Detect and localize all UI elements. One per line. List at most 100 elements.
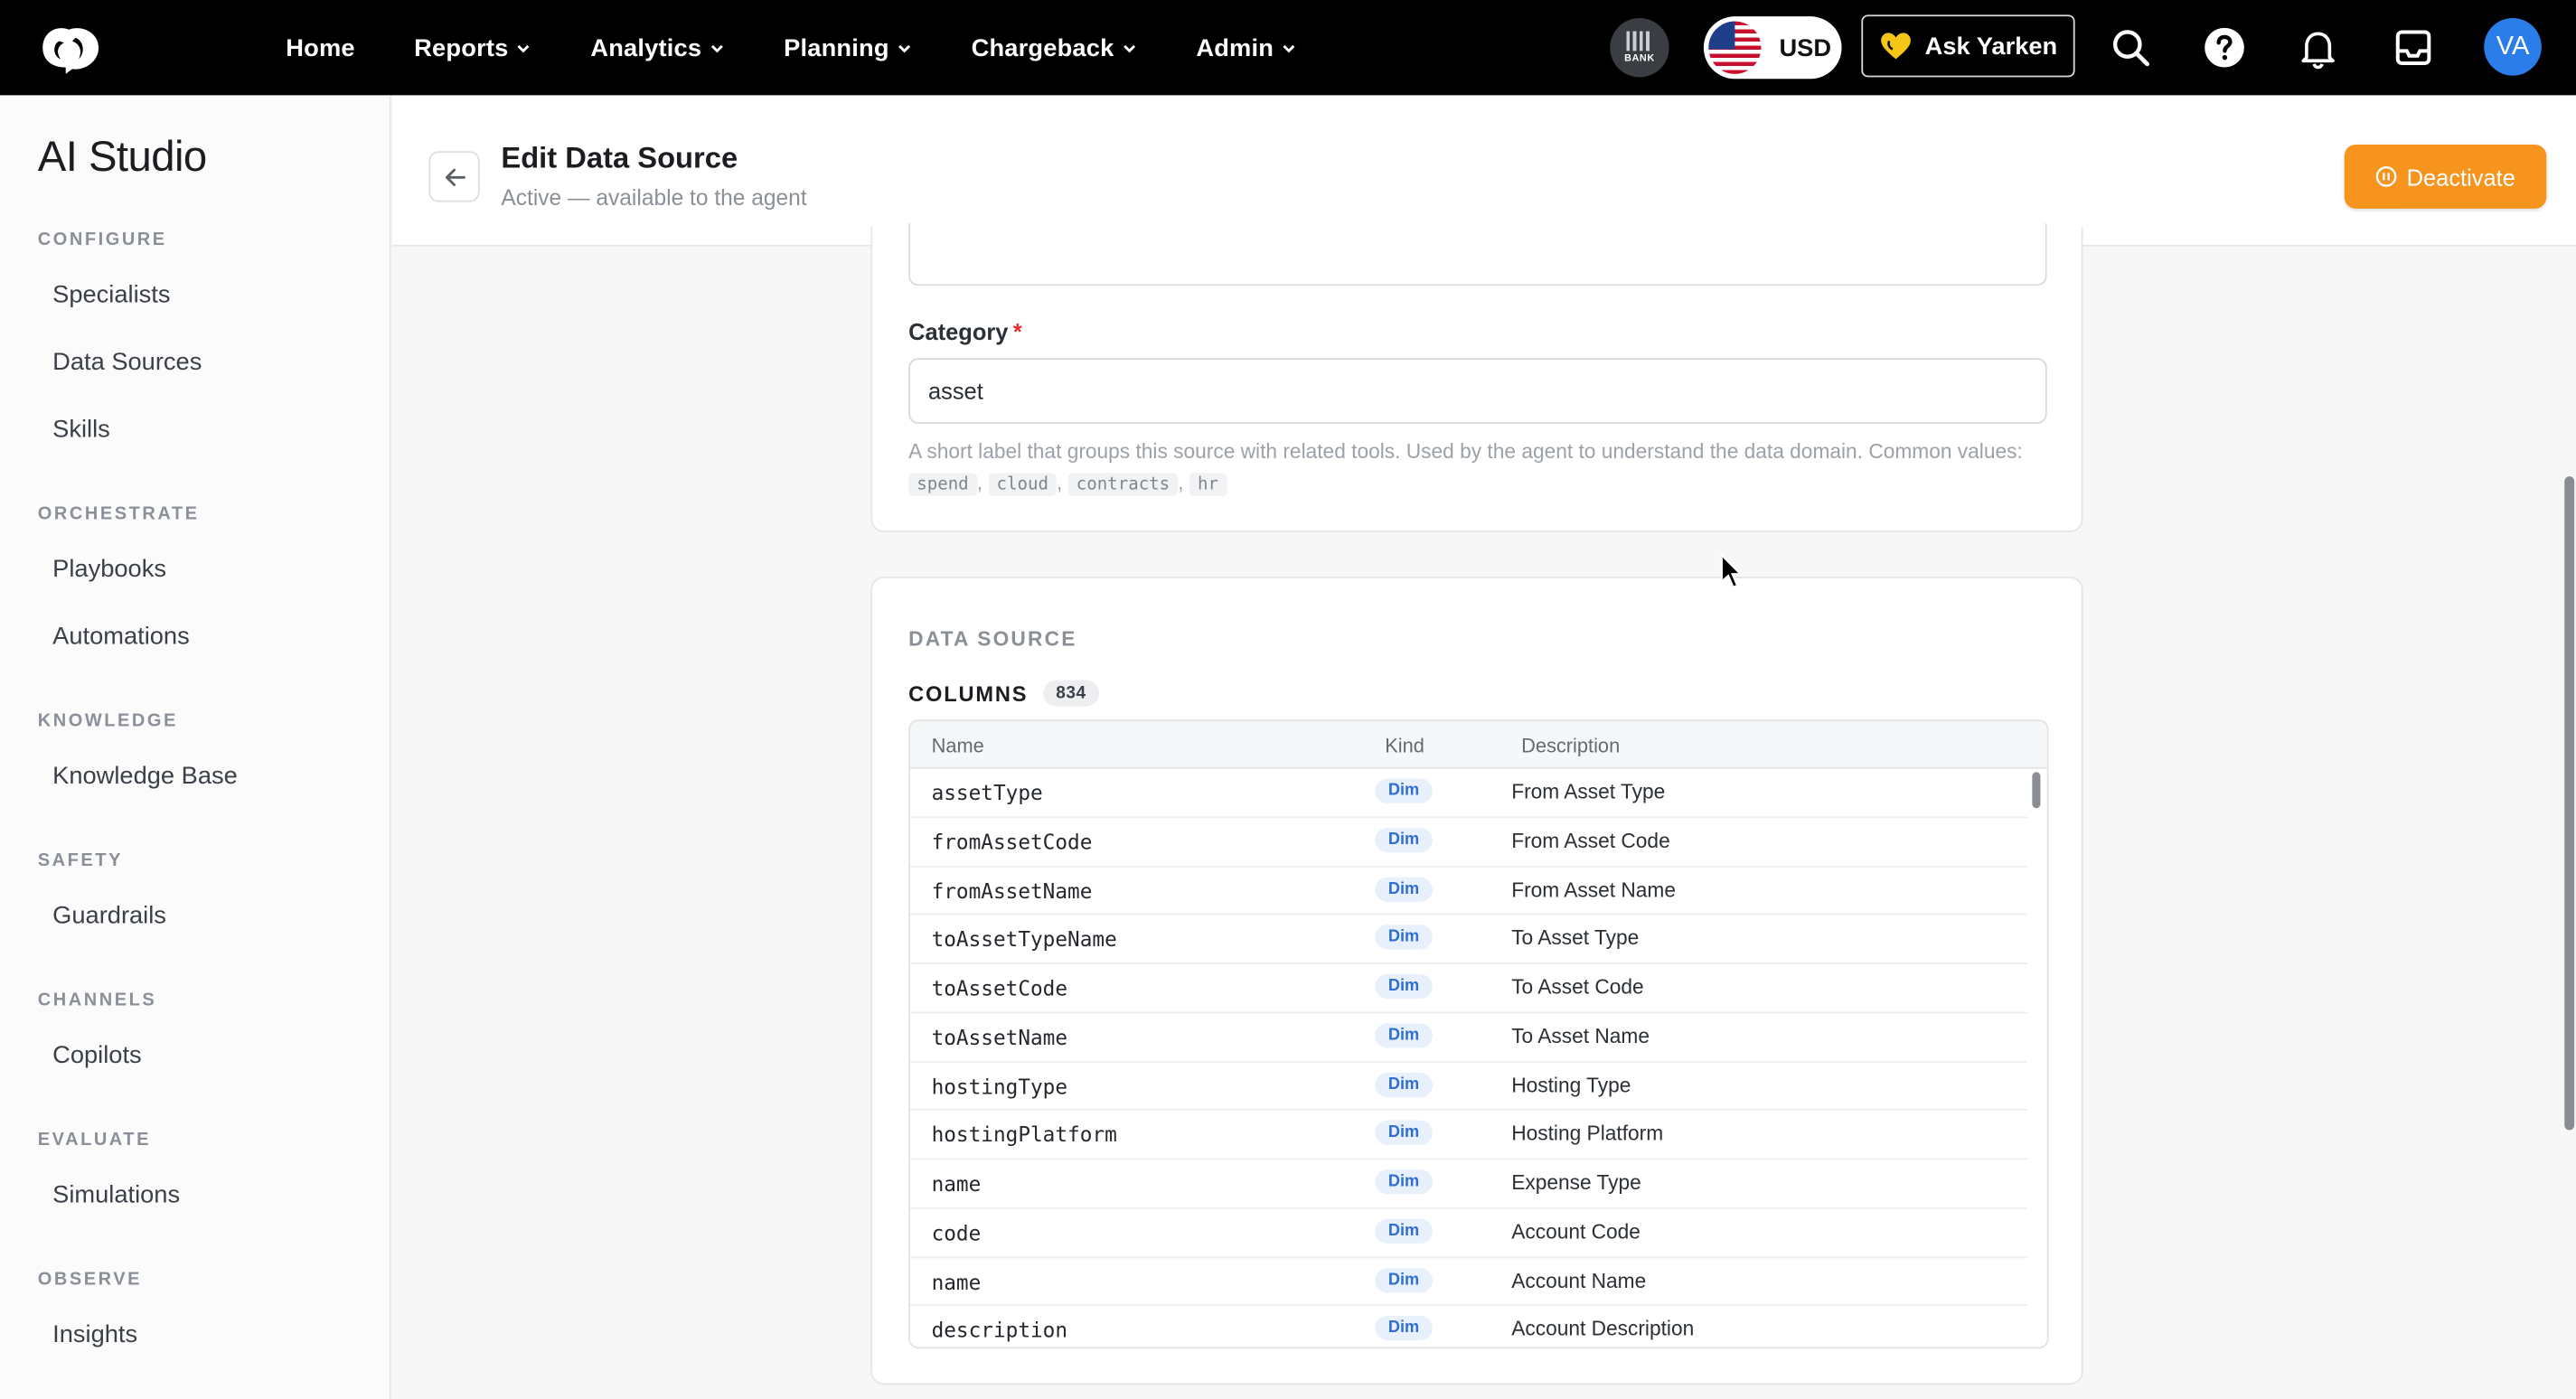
previous-field-input[interactable] <box>908 223 2047 286</box>
currency-selector[interactable]: USD <box>1703 16 1842 80</box>
columns-count-badge: 834 <box>1042 680 1100 707</box>
yarken-heart-icon <box>1880 33 1911 60</box>
page-title: Edit Data Source <box>501 141 738 174</box>
nav-label: Home <box>286 33 355 62</box>
table-row[interactable]: hostingType Dim Hosting Type <box>909 1062 2027 1112</box>
sidebar-section-knowledge: KNOWLEDGE <box>37 711 178 731</box>
table-body: assetType Dim From Asset Type fromAssetCode… <box>909 769 2027 1347</box>
help-icon[interactable] <box>2203 26 2245 69</box>
bank-label: BANK <box>1624 53 1655 64</box>
nav-label: Chargeback <box>971 33 1114 62</box>
nav-label: Admin <box>1196 33 1274 62</box>
chevron-down-icon <box>1123 43 1136 52</box>
sidebar: AI Studio CONFIGURE Specialists Data Sourc… <box>0 95 391 1399</box>
nav-home[interactable]: Home <box>286 33 354 61</box>
sidebar-section-observe: OBSERVE <box>37 1270 143 1290</box>
column-description: To Asset Code <box>1511 975 1644 1000</box>
header-description[interactable]: Description <box>1521 734 1620 756</box>
column-name: name <box>931 1170 982 1197</box>
column-description: From Asset Code <box>1511 829 1670 852</box>
us-flag-icon <box>1708 21 1762 74</box>
back-button[interactable] <box>428 151 480 202</box>
column-name: hostingPlatform <box>931 1122 1117 1148</box>
nav-planning[interactable]: Planning <box>784 33 912 61</box>
column-name: code <box>931 1220 982 1245</box>
table-row[interactable]: fromAssetCode Dim From Asset Code <box>909 818 2027 867</box>
common-value-chip: contracts <box>1067 473 1179 496</box>
sidebar-section-channels: CHANNELS <box>37 991 157 1010</box>
sidebar-item-insights[interactable]: Insights <box>52 1320 137 1348</box>
table-row[interactable]: toAssetTypeName Dim To Asset Type <box>909 915 2027 964</box>
app-logo-icon[interactable] <box>33 20 105 76</box>
ask-yarken-button[interactable]: Ask Yarken <box>1861 14 2075 78</box>
top-navbar: Home Reports Analytics Planning Chargeback Ad… <box>0 0 2576 96</box>
arrow-left-icon <box>445 167 465 186</box>
column-description: From Asset Name <box>1511 878 1677 901</box>
column-name: fromAssetCode <box>931 829 1093 854</box>
table-scrollbar[interactable] <box>2032 772 2041 809</box>
bank-selector[interactable]: BANK <box>1610 17 1669 78</box>
deactivate-label: Deactivate <box>2406 163 2515 190</box>
sidebar-item-playbooks[interactable]: Playbooks <box>52 555 166 583</box>
header-kind[interactable]: Kind <box>1385 734 1424 756</box>
sidebar-item-knowledge-base[interactable]: Knowledge Base <box>52 762 238 790</box>
chevron-down-icon <box>1283 43 1295 52</box>
table-row[interactable]: hostingPlatform Dim Hosting Platform <box>909 1111 2027 1160</box>
table-row[interactable]: toAssetName Dim To Asset Name <box>909 1013 2027 1063</box>
nav-admin[interactable]: Admin <box>1196 33 1296 61</box>
user-avatar[interactable]: VA <box>2484 17 2542 76</box>
nav-label: Planning <box>784 33 889 62</box>
data-source-card: DATA SOURCE COLUMNS 834 Name Kind Descri… <box>870 576 2083 1385</box>
common-value-chip: spend <box>908 473 977 496</box>
column-description: Account Code <box>1511 1220 1641 1244</box>
table-row[interactable]: description Dim Account Description <box>910 1306 2027 1347</box>
chevron-down-icon <box>711 43 723 52</box>
kind-badge: Dim <box>1375 1316 1433 1341</box>
table-row[interactable]: name Dim Account Name <box>909 1257 2027 1307</box>
column-description: Account Name <box>1511 1269 1647 1292</box>
columns-heading: COLUMNS 834 <box>908 680 1100 707</box>
bell-icon[interactable] <box>2297 26 2339 70</box>
inbox-icon[interactable] <box>2392 26 2434 69</box>
search-icon[interactable] <box>2110 26 2152 69</box>
page-scrollbar[interactable] <box>2564 476 2575 1131</box>
sidebar-section-evaluate: EVALUATE <box>37 1130 151 1150</box>
table-row[interactable]: code Dim Account Code <box>909 1208 2027 1258</box>
kind-badge: Dim <box>1375 778 1433 803</box>
sidebar-section-orchestrate: ORCHESTRATE <box>37 504 200 524</box>
column-description: To Asset Type <box>1511 926 1640 951</box>
sidebar-item-skills[interactable]: Skills <box>52 416 110 444</box>
required-marker: * <box>1012 318 1022 345</box>
currency-code: USD <box>1779 33 1832 62</box>
sidebar-item-specialists[interactable]: Specialists <box>52 281 170 309</box>
sidebar-item-simulations[interactable]: Simulations <box>52 1181 180 1209</box>
kind-badge: Dim <box>1375 1121 1433 1146</box>
kind-badge: Dim <box>1375 1267 1433 1292</box>
page-subtitle: Active — available to the agent <box>501 185 807 211</box>
chevron-down-icon <box>518 43 531 52</box>
data-source-section-label: DATA SOURCE <box>908 627 1077 651</box>
table-row[interactable]: name Dim Expense Type <box>909 1160 2027 1209</box>
sidebar-item-data-sources[interactable]: Data Sources <box>52 348 202 376</box>
column-name: toAssetCode <box>931 975 1068 1000</box>
deactivate-button[interactable]: Deactivate <box>2344 144 2547 209</box>
columns-table: Name Kind Description assetType Dim From A… <box>908 719 2049 1349</box>
nav-reports[interactable]: Reports <box>414 33 531 61</box>
kind-badge: Dim <box>1375 973 1433 1000</box>
sidebar-section-safety: SAFETY <box>37 850 123 871</box>
column-name: description <box>931 1318 1068 1343</box>
nav-chargeback[interactable]: Chargeback <box>972 33 1137 61</box>
kind-badge: Dim <box>1375 925 1433 951</box>
kind-badge: Dim <box>1375 1071 1433 1097</box>
table-row[interactable]: assetType Dim From Asset Type <box>909 769 2027 818</box>
table-row[interactable]: toAssetCode Dim To Asset Code <box>909 964 2027 1014</box>
category-input[interactable]: asset <box>908 358 2047 424</box>
column-name: toAssetTypeName <box>931 926 1117 952</box>
nav-analytics[interactable]: Analytics <box>590 33 724 61</box>
sidebar-item-copilots[interactable]: Copilots <box>52 1041 142 1069</box>
column-name: name <box>931 1269 982 1294</box>
sidebar-item-automations[interactable]: Automations <box>52 623 190 651</box>
header-name[interactable]: Name <box>932 734 984 756</box>
sidebar-item-guardrails[interactable]: Guardrails <box>52 902 166 930</box>
table-row[interactable]: fromAssetName Dim From Asset Name <box>909 867 2027 915</box>
